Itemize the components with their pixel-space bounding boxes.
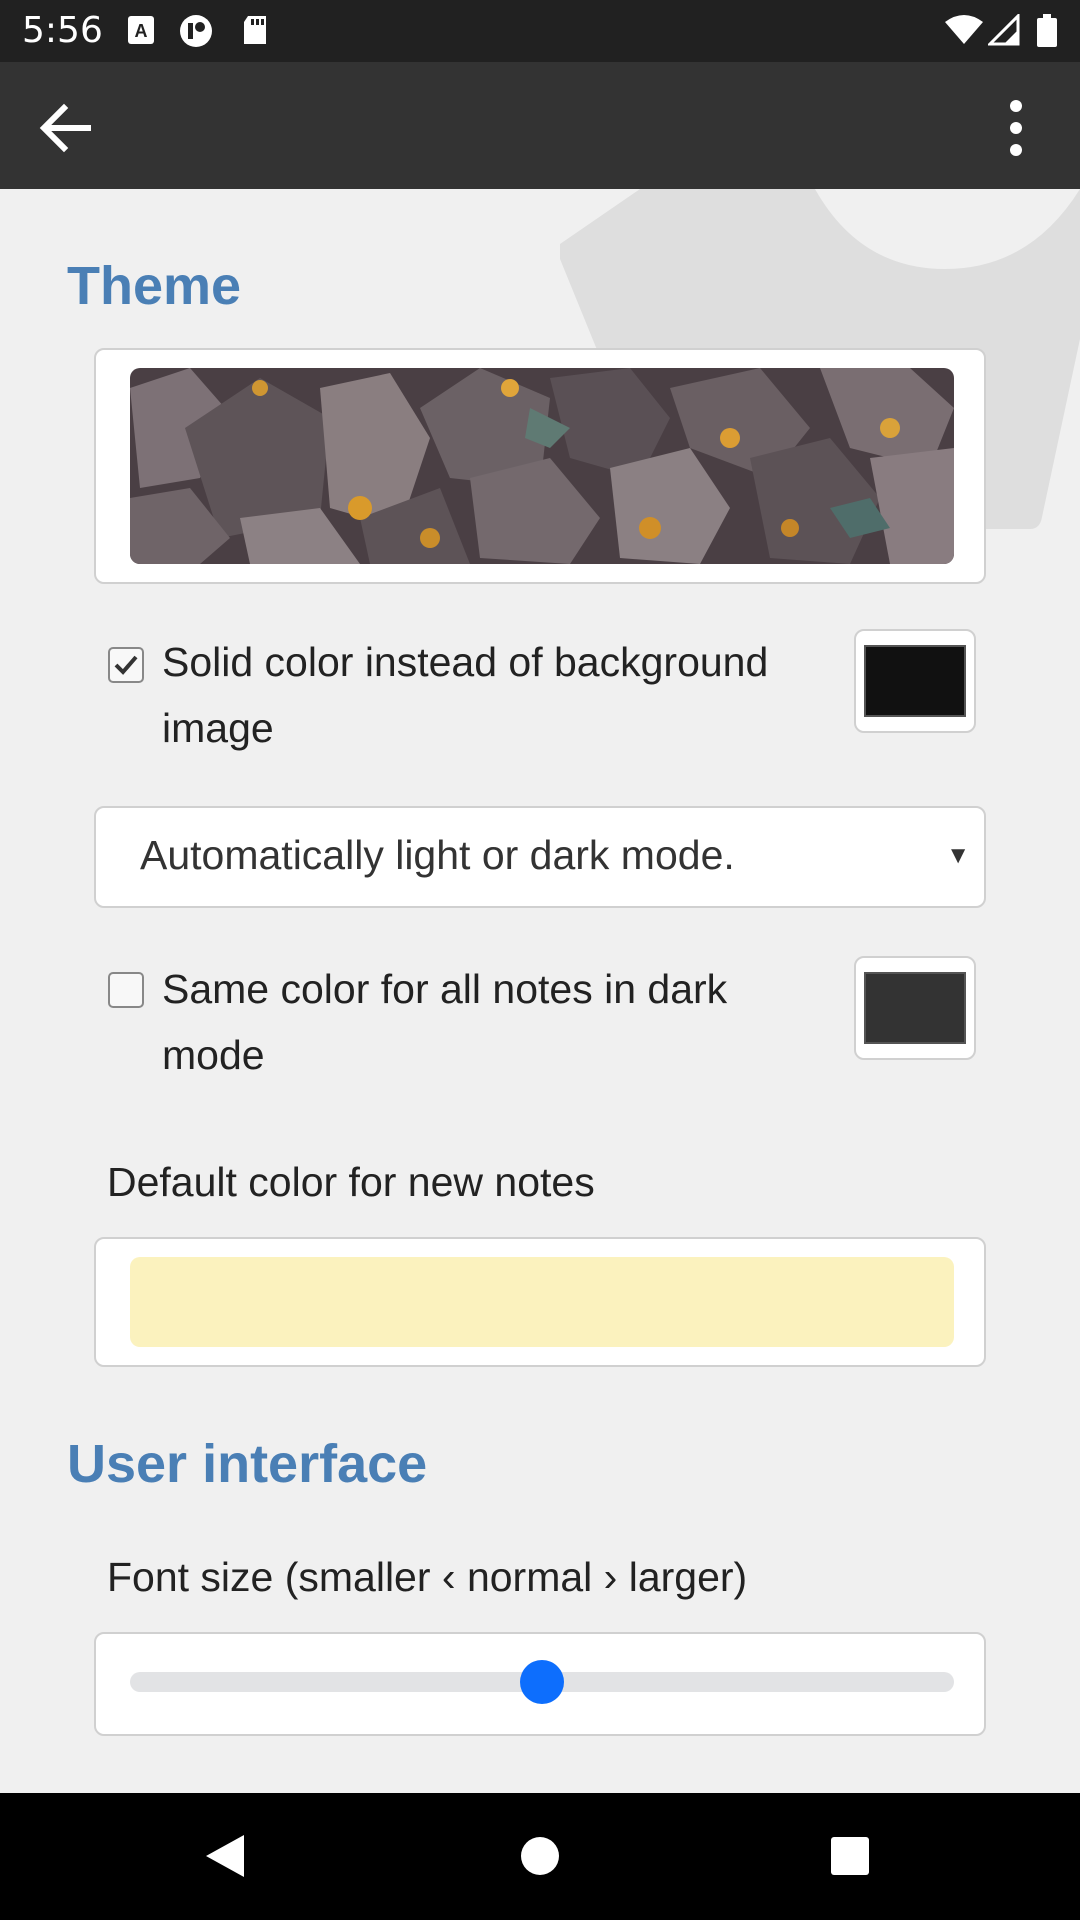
- back-triangle-icon: [206, 1835, 244, 1877]
- signal-icon: [986, 12, 1022, 46]
- dark-mode-swatch: [864, 972, 966, 1044]
- background-image-card[interactable]: [94, 348, 986, 584]
- default-color-label: Default color for new notes: [107, 1159, 595, 1205]
- solid-color-checkbox[interactable]: [108, 647, 144, 683]
- section-title-user-interface: User interface: [67, 1434, 428, 1494]
- status-time: 5:56: [22, 10, 103, 51]
- nav-home-button[interactable]: [507, 1823, 573, 1889]
- wifi-icon: [944, 14, 984, 46]
- recents-square-icon: [831, 1837, 869, 1875]
- app-bar: [0, 62, 1080, 189]
- overflow-menu-button[interactable]: [980, 92, 1052, 164]
- section-title-theme: Theme: [67, 256, 242, 316]
- sd-card-icon: [240, 14, 270, 46]
- nav-back-button[interactable]: [192, 1823, 258, 1889]
- checkmark-icon: [114, 655, 138, 675]
- solid-color-swatch-button[interactable]: [854, 629, 976, 733]
- font-size-card: [94, 1632, 986, 1736]
- app-icon: [178, 14, 212, 47]
- navigation-bar: [0, 1793, 1080, 1920]
- default-color-card[interactable]: [94, 1237, 986, 1367]
- solid-color-label: Solid color instead of background image: [162, 639, 769, 751]
- status-bar: 5:56 A: [0, 0, 1080, 62]
- solid-color-swatch: [864, 645, 966, 717]
- back-button[interactable]: [30, 92, 102, 164]
- theme-mode-select[interactable]: Automatically light or dark mode. ▼: [94, 806, 986, 908]
- font-size-label: Font size (smaller ‹ normal › larger): [107, 1554, 748, 1600]
- theme-mode-value: Automatically light or dark mode.: [140, 832, 735, 878]
- dark-mode-same-color-checkbox[interactable]: [108, 972, 144, 1008]
- arrow-left-icon: [39, 103, 91, 153]
- nav-recents-button[interactable]: [817, 1823, 883, 1889]
- dark-mode-same-color-label: Same color for all notes in dark mode: [162, 966, 728, 1078]
- text-recognition-icon: A: [126, 14, 156, 46]
- svg-text:A: A: [135, 21, 148, 41]
- settings-content: Theme Solid color instead of background …: [0, 189, 1080, 1793]
- dark-mode-swatch-button[interactable]: [854, 956, 976, 1060]
- font-size-slider-thumb[interactable]: [520, 1660, 564, 1704]
- home-circle-icon: [521, 1837, 559, 1875]
- more-vert-icon: [1010, 100, 1022, 156]
- battery-icon: [1036, 14, 1058, 47]
- dropdown-arrow-icon: ▼: [946, 842, 970, 869]
- background-image-preview[interactable]: [130, 368, 954, 564]
- default-note-color-swatch[interactable]: [130, 1257, 954, 1347]
- rocks-photo-image: [130, 368, 954, 564]
